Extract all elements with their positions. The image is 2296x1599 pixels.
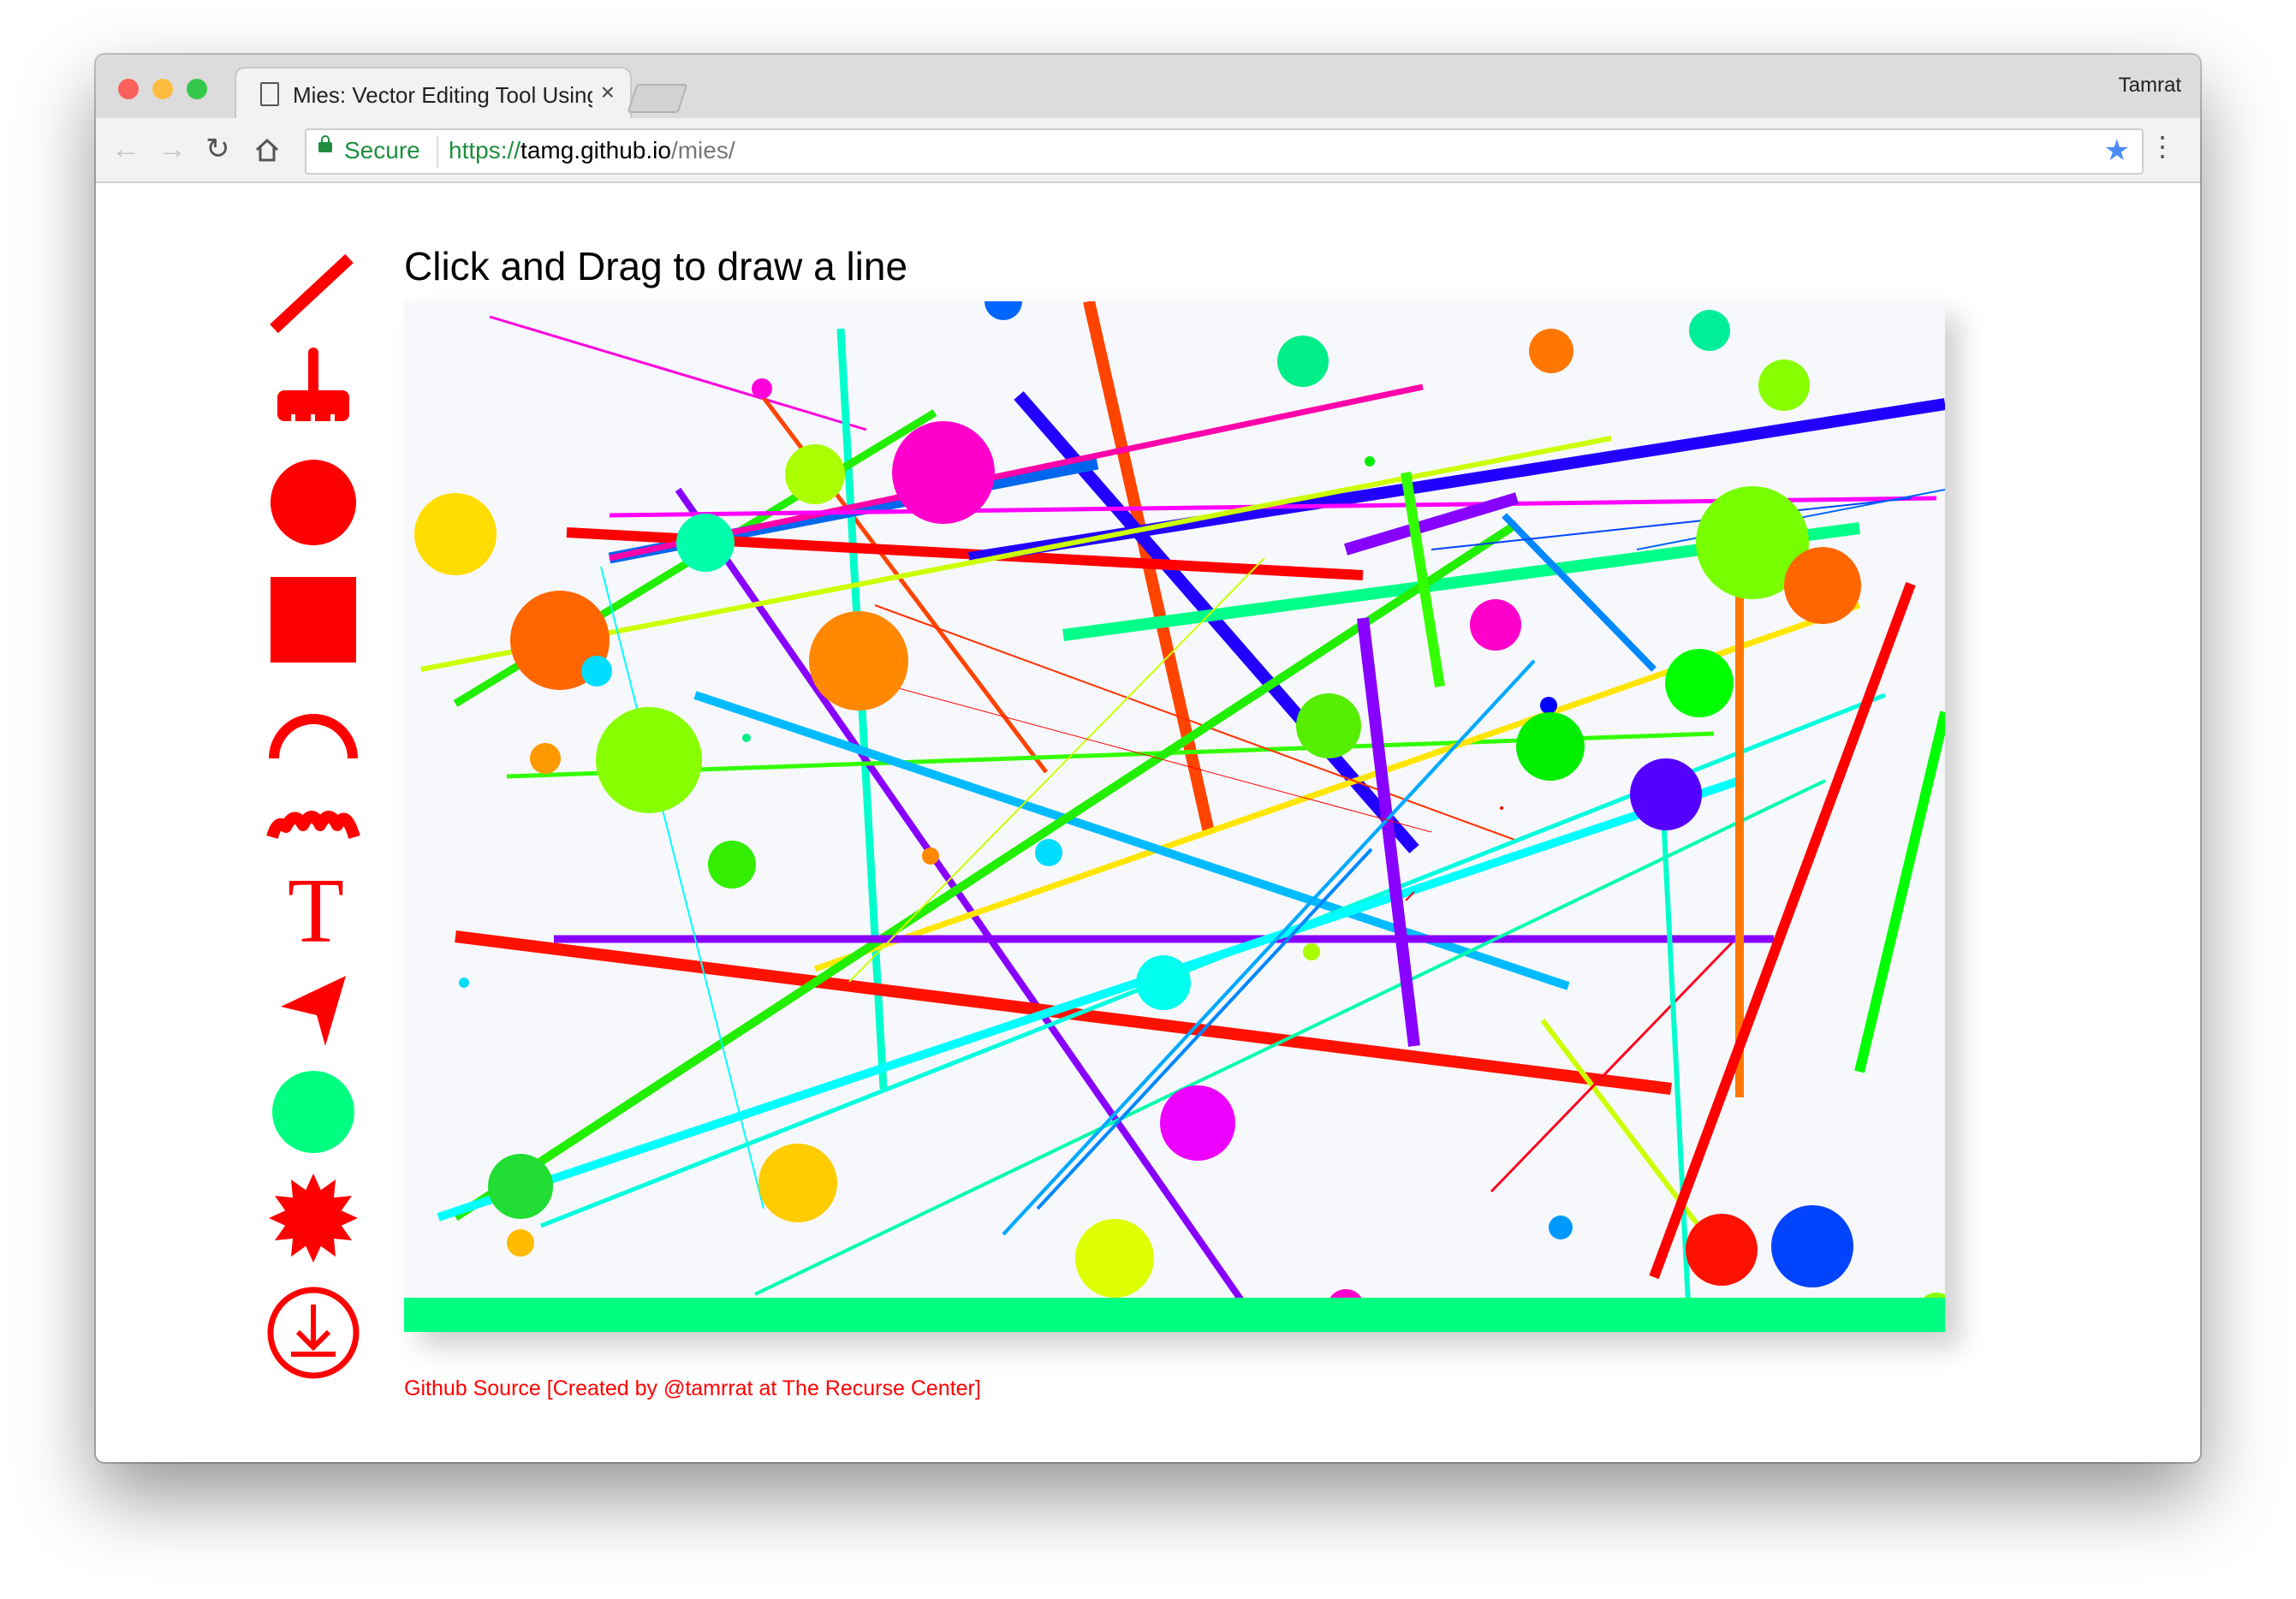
address-divider xyxy=(437,135,438,168)
line-icon xyxy=(270,253,354,334)
line-tool[interactable] xyxy=(264,247,363,341)
canvas-circle xyxy=(459,978,469,988)
page-content: T Click and Drag to draw a line Github S… xyxy=(96,183,2200,1462)
url-scheme: https:// xyxy=(449,137,521,163)
lock-icon xyxy=(318,135,332,152)
canvas-circle xyxy=(785,444,845,504)
canvas-circle xyxy=(1365,456,1375,467)
url-text[interactable]: https://tamg.github.io/mies/ xyxy=(449,137,735,164)
canvas-circle xyxy=(1540,697,1557,714)
canvas-circle xyxy=(1516,712,1585,781)
brush-tool[interactable] xyxy=(264,341,363,435)
canvas-circle xyxy=(1630,758,1702,830)
canvas-circle xyxy=(1758,360,1810,411)
starburst-icon xyxy=(269,1174,358,1263)
canvas-circle xyxy=(752,378,772,399)
url-host: tamg.github.io xyxy=(520,137,671,163)
canvas-line xyxy=(600,566,764,1210)
canvas-circle xyxy=(1665,649,1734,717)
circle-tool[interactable] xyxy=(264,455,363,550)
download-tool[interactable] xyxy=(264,1286,363,1380)
canvas-circle xyxy=(1303,943,1320,960)
canvas-circle xyxy=(1529,329,1573,373)
text-tool[interactable]: T xyxy=(264,860,363,962)
random-tool[interactable] xyxy=(264,1171,363,1265)
canvas-circle xyxy=(1500,806,1503,810)
canvas-circle xyxy=(581,656,612,687)
select-tool[interactable] xyxy=(264,966,363,1060)
profile-name[interactable]: Tamrat xyxy=(2119,74,2181,98)
page-icon xyxy=(260,82,279,106)
rectangle-tool[interactable] xyxy=(264,574,363,668)
arc-tool[interactable] xyxy=(264,700,363,794)
home-icon[interactable] xyxy=(253,135,281,173)
tab-close-button[interactable]: × xyxy=(601,79,615,106)
canvas-line xyxy=(453,520,1520,1222)
square-icon xyxy=(271,577,356,663)
arc-icon xyxy=(269,714,358,759)
address-bar[interactable]: Secure https://tamg.github.io/mies/ ★ xyxy=(305,128,2144,175)
canvas-circle xyxy=(596,707,702,813)
instruction-heading: Click and Drag to draw a line xyxy=(404,244,908,288)
canvas-circle xyxy=(708,841,756,889)
tab-bar: Mies: Vector Editing Tool Using × Tamrat xyxy=(96,55,2200,122)
canvas-bottom-bar xyxy=(404,1298,1945,1332)
browser-window: Mies: Vector Editing Tool Using × Tamrat… xyxy=(96,55,2200,1462)
canvas-line xyxy=(1502,513,1657,672)
browser-tab[interactable]: Mies: Vector Editing Tool Using × xyxy=(235,67,632,122)
canvas-circle xyxy=(1075,1219,1154,1298)
star-icon[interactable]: ★ xyxy=(2104,134,2130,168)
new-tab-button[interactable] xyxy=(627,84,688,113)
text-icon: T xyxy=(288,860,344,962)
canvas-circle xyxy=(1689,310,1730,351)
canvas-circle xyxy=(676,514,735,572)
maximize-window-button[interactable] xyxy=(187,79,207,99)
canvas-circle xyxy=(1470,599,1521,651)
drawing-canvas[interactable] xyxy=(404,301,1945,1332)
canvas-circle xyxy=(488,1154,553,1219)
canvas-circle xyxy=(1686,1214,1758,1286)
circle-icon xyxy=(271,460,356,545)
brush-icon xyxy=(277,348,349,423)
canvas-circle xyxy=(414,493,497,575)
back-arrow-icon[interactable]: ← xyxy=(111,130,140,168)
canvas-circle xyxy=(892,421,995,524)
download-icon xyxy=(267,1287,360,1379)
url-path: /mies/ xyxy=(670,137,735,163)
three-dots-icon[interactable]: ⋮ xyxy=(2149,130,2176,163)
canvas-circle xyxy=(1160,1085,1235,1161)
canvas-circle xyxy=(1784,547,1861,624)
filled-circle-icon xyxy=(272,1071,354,1153)
reload-icon[interactable]: ↻ xyxy=(205,130,230,168)
canvas-line xyxy=(874,604,1518,841)
canvas-circle xyxy=(922,847,939,865)
canvas-circle xyxy=(1296,693,1361,758)
arrow-pointer-icon xyxy=(281,976,346,1046)
canvas-circle xyxy=(1035,839,1062,866)
canvas-circle xyxy=(758,1144,837,1222)
canvas-line xyxy=(489,315,867,431)
canvas-circle xyxy=(1136,955,1191,1010)
canvas-circle xyxy=(507,1229,534,1257)
canvas-circle xyxy=(984,301,1022,320)
canvas-circle xyxy=(1549,1216,1573,1239)
canvas-circle xyxy=(742,734,751,742)
canvas-line xyxy=(1854,710,1945,1073)
tab-title: Mies: Vector Editing Tool Using xyxy=(293,82,592,108)
canvas-circle xyxy=(530,743,561,774)
fill-color-tool[interactable] xyxy=(264,1065,363,1159)
canvas-circle xyxy=(1277,336,1329,387)
minimize-window-button[interactable] xyxy=(152,79,173,99)
canvas-circle xyxy=(809,611,908,710)
forward-arrow-icon[interactable]: → xyxy=(158,130,187,168)
secure-label: Secure xyxy=(344,137,420,163)
close-window-button[interactable] xyxy=(118,79,139,99)
footer-credit-link[interactable]: Github Source [Created by @tamrrat at Th… xyxy=(404,1376,981,1401)
canvas-artwork xyxy=(404,301,1945,1332)
canvas-circle xyxy=(1771,1205,1853,1287)
browser-toolbar: ← → ↻ Secure https://tamg.github.io/mies… xyxy=(96,118,2200,183)
